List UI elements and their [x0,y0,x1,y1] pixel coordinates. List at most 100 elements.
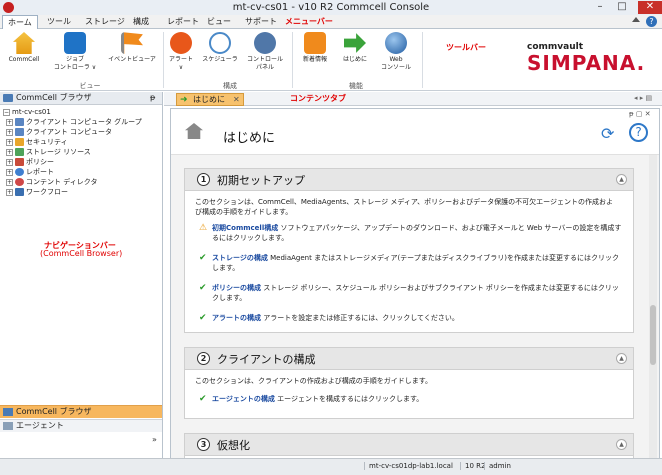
event-viewer-label: イベントビューア [108,56,156,63]
status-host: mt-cv-cs01dp-lab1.local [364,462,453,470]
tree-item-clients[interactable]: + クライアント コンピュータ [6,128,112,137]
commcell-button[interactable]: CommCell [4,32,44,64]
getting-started-button[interactable]: はじめに [338,32,372,64]
close-button[interactable]: ✕ [638,1,662,14]
collapse-icon[interactable]: − [3,108,10,116]
event-viewer-button[interactable]: イベントビューア [104,32,160,64]
app-icon[interactable] [3,2,14,13]
vertical-scrollbar[interactable] [649,155,657,459]
expand-icon[interactable]: + [6,138,13,146]
alerts-label-2: ∨ [178,64,184,71]
control-panel-button[interactable]: コントロール パネル [244,32,286,72]
sections-container: 1 初期セットアップ ▲ このセクションは、CommCell、MediaAgen… [171,155,659,459]
browser-icon [3,94,13,102]
group-label-view: ビュー [79,82,101,90]
nav-tab-agents[interactable]: エージェント [0,419,162,432]
menu-tools[interactable]: ツール [42,15,76,29]
menu-view[interactable]: ビュー [202,15,236,29]
nav-tab-label: エージェント [16,421,64,430]
collapse-icon[interactable]: ▲ [616,439,627,450]
nav-tab-commcell-browser[interactable]: CommCell ブラウザ [0,405,162,418]
section-description: このセクションは、CommCell、MediaAgents、ストレージ メディア… [195,198,614,216]
expand-icon[interactable]: + [6,188,13,196]
alert-icon [170,32,192,54]
link-initial-commcell-config[interactable]: 初期Commcell構成 [212,224,278,232]
tree-root[interactable]: − mt-cv-cs01 [3,108,51,117]
section-number: 3 [197,438,210,451]
check-icon: ✔ [199,283,207,293]
panel-options-icons[interactable]: ᵽ ▢ ✕ [629,110,651,118]
menu-configuration[interactable]: 構成 [128,15,154,29]
expand-icon[interactable]: + [6,158,13,166]
expand-icon[interactable]: + [6,178,13,186]
link-storage-config[interactable]: ストレージの構成 [212,254,268,262]
section-header[interactable]: 1 初期セットアップ ▲ [185,169,633,191]
content-panel: はじめに ⟳ ? ᵽ ▢ ✕ 1 初期セットアップ ▲ このセクションは、Com… [170,108,660,459]
commcell-label: CommCell [8,56,40,63]
menu-reports[interactable]: レポート [162,15,204,29]
item-text: ストレージ ポリシー、スケジュール ポリシーおよびサブクライアント ポリシーを作… [212,284,619,302]
toolbar-annotation: ツールバー [446,43,486,52]
expand-icon[interactable]: + [6,128,13,136]
menu-home[interactable]: ホーム [2,15,38,30]
maximize-button[interactable]: □ [612,1,632,14]
policy-icon [15,158,24,166]
collapse-icon[interactable]: ▲ [616,353,627,364]
alerts-button[interactable]: アラート ∨ [166,32,196,72]
page-title: はじめに [223,131,276,146]
tree-item-content-director[interactable]: + コンテント ディレクタ [6,178,97,187]
tree-item-client-groups[interactable]: + クライアント コンピュータ グループ [6,118,142,127]
flag-icon [121,32,143,54]
scrollbar-thumb[interactable] [650,305,656,365]
tree-label: コンテント ディレクタ [26,178,98,186]
help-icon[interactable]: ? [629,123,648,142]
link-policy-config[interactable]: ポリシーの構成 [212,284,261,292]
group-label-configure: 構成 [223,82,237,90]
web-console-button[interactable]: Web コンソール [376,32,416,72]
tree-item-storage[interactable]: + ストレージ リソース [6,148,91,157]
menu-support[interactable]: サポート [240,15,282,29]
expand-more-icon[interactable]: » [152,435,157,444]
scheduler-button[interactable]: スケジューラ [200,32,240,64]
content-tab-annotation: コンテンツタブ [290,94,346,103]
tree-item-security[interactable]: + セキュリティ [6,138,68,147]
security-icon [15,138,24,146]
whats-new-button[interactable]: 新着情報 [296,32,334,64]
content-tab-bar: ➜ はじめに ✕ コンテンツタブ ◂ ▸ ▤ [164,92,662,106]
collapse-icon[interactable]: ▲ [616,174,627,185]
nav-header: CommCell ブラウザ ᵽ [0,92,162,105]
link-agent-config[interactable]: エージェントの構成 [212,395,275,403]
tree-label: ポリシー [26,158,54,166]
tab-welcome[interactable]: ➜ はじめに ✕ [176,93,244,106]
expand-icon[interactable]: + [6,118,13,126]
alerts-label-1: アラート [168,56,193,63]
menu-storage[interactable]: ストレージ [80,15,130,29]
expand-icon[interactable]: + [6,168,13,176]
home-icon [13,32,35,54]
section-header[interactable]: 3 仮想化 ▲ [185,434,633,456]
report-icon [15,168,24,176]
home-icon [185,123,203,139]
refresh-icon[interactable]: ⟳ [601,124,614,143]
tree-item-policies[interactable]: + ポリシー [6,158,54,167]
collapse-ribbon-icon[interactable] [632,17,640,22]
section-header[interactable]: 2 クライアントの構成 ▲ [185,348,633,370]
help-icon[interactable]: ? [646,16,657,27]
section-title: 仮想化 [217,439,250,452]
tree-item-reports[interactable]: + レポート [6,168,54,177]
job-controller-button[interactable]: ジョブ コントローラ ∨ [50,32,100,72]
nav-tab-label: CommCell ブラウザ [16,407,92,416]
expand-icon[interactable]: + [6,148,13,156]
close-tab-icon[interactable]: ✕ [233,94,240,105]
menu-bar: ホーム ツール ストレージ 構成 レポート ビュー サポート メニューバー ? [0,15,662,30]
pin-icon[interactable]: ᵽ [150,92,155,104]
tab-scroll-icons[interactable]: ◂ ▸ ▤ [634,94,652,102]
tree-item-workflow[interactable]: + ワークフロー [6,188,68,197]
ribbon-separator [292,32,293,88]
link-alert-config[interactable]: アラートの構成 [212,314,261,322]
simpana-logo-text: SIMPANA. [527,51,646,75]
tree-label: セキュリティ [26,138,68,146]
minimize-button[interactable]: – [590,1,610,14]
tree-label: レポート [26,168,54,176]
content-director-icon [15,178,24,186]
